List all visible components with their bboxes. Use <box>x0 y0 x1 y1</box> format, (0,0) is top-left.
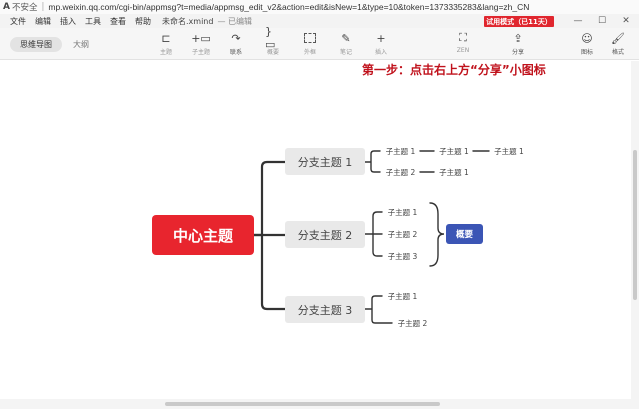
subtopic-b2-3[interactable]: 子主题 3 <box>383 249 422 263</box>
share-icon: ⇪ <box>513 31 523 45</box>
subtopic-b1-2[interactable]: 子主题 2 <box>381 165 420 179</box>
icon-label: 图标 <box>580 49 593 56</box>
share-label: 分享 <box>511 49 524 56</box>
note-button[interactable]: ✎ 笔记 <box>331 31 361 58</box>
menu-edit[interactable]: 编辑 <box>35 16 51 27</box>
save-status: — 已编辑 <box>217 16 252 26</box>
browser-address-bar[interactable]: A 不安全 | mp.weixin.qq.com/cgi-bin/appmsg?… <box>0 0 639 14</box>
icon-button[interactable]: ☺ 图标 <box>572 31 602 58</box>
brush-icon: 🖌 <box>611 31 625 45</box>
branch-topic-3[interactable]: 分支主题 3 <box>285 296 365 323</box>
note-icon: ✎ <box>341 31 351 45</box>
boundary-button[interactable]: 外框 <box>295 31 325 58</box>
minimize-button[interactable]: — <box>566 14 590 28</box>
menu-view[interactable]: 查看 <box>110 16 126 27</box>
address-url[interactable]: mp.weixin.qq.com/cgi-bin/appmsg?t=media/… <box>48 2 529 12</box>
close-button[interactable]: ✕ <box>614 14 638 28</box>
address-separator: | <box>41 2 45 12</box>
menu-tools[interactable]: 工具 <box>85 16 101 27</box>
subtopic-b1-2-chain-1[interactable]: 子主题 1 <box>435 165 473 179</box>
subtopic-b1-1-chain-1[interactable]: 子主题 1 <box>435 144 473 158</box>
vertical-scroll-thumb[interactable] <box>633 150 637 300</box>
subtopic-b1-1[interactable]: 子主题 1 <box>381 144 420 158</box>
subtopic-b3-2[interactable]: 子主题 2 <box>393 316 432 330</box>
subtopic-label: 子主题 <box>191 49 210 56</box>
subtopic-b2-1[interactable]: 子主题 1 <box>383 205 422 219</box>
relationship-icon: ↷ <box>231 31 241 45</box>
subtopic-button[interactable]: +▭ 子主题 <box>186 31 216 58</box>
topic-button[interactable]: ⊏ 主题 <box>151 31 181 58</box>
insert-button[interactable]: + 插入 <box>366 31 396 58</box>
trial-mode-badge[interactable]: 试用模式（已11天） <box>484 16 554 27</box>
format-label: 格式 <box>611 49 624 56</box>
smiley-icon: ☺ <box>581 31 593 45</box>
subtopic-b1-1-chain-2[interactable]: 子主题 1 <box>490 144 528 158</box>
toolbar: 思维导图 大纲 ⊏ 主题 +▭ 子主题 ↷ 联系 }▭ 概要 外框 ✎ 笔记 +… <box>0 25 639 60</box>
maximize-button[interactable]: ☐ <box>590 14 614 28</box>
summary-icon: }▭ <box>265 25 276 51</box>
subtopic-b3-1[interactable]: 子主题 1 <box>383 289 422 303</box>
document-name: 未命名.xmind <box>162 16 214 26</box>
horizontal-scroll-thumb[interactable] <box>165 402 440 406</box>
summary-button[interactable]: }▭ 概要 <box>258 25 288 58</box>
zen-label: ZEN <box>456 47 470 54</box>
central-topic[interactable]: 中心主题 <box>152 215 254 255</box>
tab-outline[interactable]: 大纲 <box>66 37 96 52</box>
menu-help[interactable]: 帮助 <box>135 16 151 27</box>
summary-topic[interactable]: 概要 <box>446 224 483 244</box>
security-warning-icon: A <box>3 2 10 12</box>
share-button[interactable]: ⇪ 分享 <box>503 31 533 58</box>
zen-button[interactable]: ⛶ ZEN <box>448 31 478 58</box>
note-label: 笔记 <box>339 49 352 56</box>
topic-label: 主题 <box>159 49 172 56</box>
branch-topic-1[interactable]: 分支主题 1 <box>285 148 365 175</box>
subtopic-icon: +▭ <box>191 31 211 45</box>
topic-icon: ⊏ <box>161 31 171 45</box>
insecure-label: 不安全 <box>11 3 38 13</box>
subtopic-b2-2[interactable]: 子主题 2 <box>383 227 422 241</box>
zen-icon: ⛶ <box>459 31 467 44</box>
relationship-button[interactable]: ↷ 联系 <box>221 31 251 58</box>
relationship-label: 联系 <box>229 49 242 56</box>
instruction-hint: 第一步：点击右上方“分享”小图标 <box>362 63 546 77</box>
boundary-label: 外框 <box>303 49 316 56</box>
branch-topic-2[interactable]: 分支主题 2 <box>285 221 365 248</box>
summary-label: 概要 <box>266 49 279 56</box>
boundary-icon <box>304 33 316 43</box>
format-button[interactable]: 🖌 格式 <box>603 31 633 58</box>
insert-icon: + <box>376 31 386 45</box>
insert-label: 插入 <box>374 49 387 56</box>
tab-mindmap[interactable]: 思维导图 <box>10 37 62 52</box>
menu-insert[interactable]: 插入 <box>60 16 76 27</box>
menu-file[interactable]: 文件 <box>10 16 26 27</box>
